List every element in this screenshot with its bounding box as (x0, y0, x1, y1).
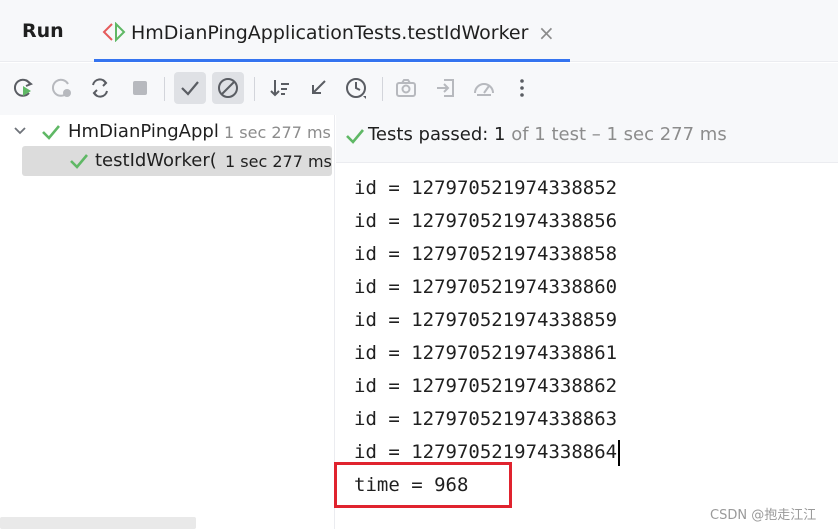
toolbar-separator (382, 77, 383, 101)
run-tool-window-header: Run HmDianPingApplicationTests.testIdWor… (0, 0, 838, 62)
stop-button[interactable] (124, 72, 156, 104)
toolbar-separator (164, 77, 165, 101)
run-label: Run (22, 20, 64, 42)
time-highlight-box (334, 462, 512, 508)
close-icon[interactable]: × (538, 21, 555, 45)
history-button[interactable] (340, 72, 372, 104)
tab-title: HmDianPingApplicationTests.testIdWorker (131, 22, 529, 44)
sort-button[interactable] (264, 72, 296, 104)
tree-item-label: testIdWorker( (95, 150, 217, 171)
tree-item-label: HmDianPingAppl (68, 121, 218, 142)
rerun-button[interactable] (8, 72, 40, 104)
sort-icon (270, 80, 289, 97)
tree-item-duration: 1 sec 277 ms (225, 152, 332, 171)
dashboard-button[interactable] (468, 72, 500, 104)
tab-test-run[interactable]: HmDianPingApplicationTests.testIdWorker … (94, 10, 570, 62)
status-count: Tests passed: 1 (368, 124, 506, 145)
test-diamond-icon (102, 22, 126, 42)
tree-item-test-method[interactable]: testIdWorker( 1 sec 277 ms (22, 146, 332, 176)
show-passed-button[interactable] (174, 72, 206, 104)
console-line: id = 127970521974338861 (354, 342, 618, 364)
console-line-text: id = 127970521974338864 (354, 441, 618, 463)
console-line: id = 127970521974338858 (354, 243, 618, 265)
passed-check-icon (346, 129, 364, 144)
screenshot-icon (396, 79, 416, 97)
import-button[interactable] (430, 72, 462, 104)
rerun-failed-icon (51, 78, 71, 97)
rerun-failed-button[interactable] (46, 72, 78, 104)
dashboard-icon (474, 83, 494, 96)
toggle-auto-test-button[interactable] (84, 72, 116, 104)
console-line: id = 127970521974338856 (354, 210, 618, 232)
rerun-icon (13, 78, 33, 97)
console-output[interactable]: id = 127970521974338852 id = 12797052197… (334, 164, 838, 529)
tree-item-duration: 1 sec 277 ms (224, 123, 331, 142)
more-icon (520, 79, 524, 97)
tab-active-indicator (94, 59, 570, 62)
toolbar-separator (254, 77, 255, 101)
status-summary: of 1 test – 1 sec 277 ms (505, 124, 727, 145)
show-passed-icon (181, 81, 199, 96)
passed-check-icon (42, 125, 60, 140)
console-line: id = 127970521974338859 (354, 309, 618, 331)
toggle-auto-test-icon (92, 78, 108, 98)
show-ignored-icon (218, 78, 238, 98)
console-line: id = 127970521974338860 (354, 276, 618, 298)
collapse-button[interactable] (302, 72, 334, 104)
screenshot-button[interactable] (390, 72, 422, 104)
passed-check-icon (70, 154, 88, 169)
collapse-icon (312, 80, 326, 94)
history-icon (346, 78, 366, 99)
toolbar (0, 63, 838, 115)
console-line: id = 127970521974338852 (354, 177, 618, 199)
test-status-bar: Tests passed: 1 of 1 test – 1 sec 277 ms (336, 115, 838, 163)
chevron-down-icon[interactable] (10, 121, 30, 141)
text-caret (618, 439, 621, 466)
more-options-button[interactable] (506, 72, 538, 104)
tree-item-test-class[interactable]: HmDianPingAppl 1 sec 277 ms (0, 117, 334, 147)
show-ignored-button[interactable] (212, 72, 244, 104)
watermark: CSDN @抱走江江 (710, 508, 817, 523)
stop-icon (133, 81, 147, 95)
test-tree: HmDianPingAppl 1 sec 277 ms testIdWorker… (0, 115, 335, 529)
console-line: id = 127970521974338862 (354, 375, 618, 397)
import-icon (437, 79, 454, 97)
console-line: id = 127970521974338863 (354, 408, 618, 430)
tests-passed-status: Tests passed: 1 of 1 test – 1 sec 277 ms (368, 124, 727, 145)
horizontal-scrollbar[interactable] (0, 517, 196, 529)
